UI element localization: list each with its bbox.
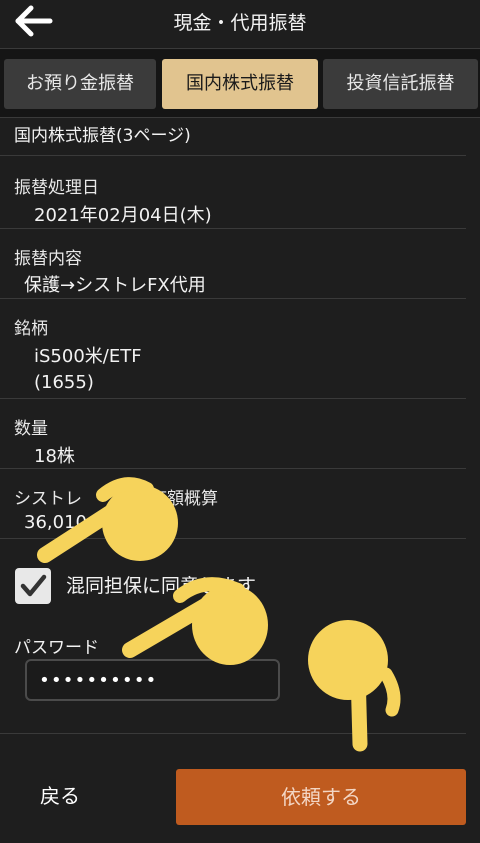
stock-label: 銘柄 [14,319,48,339]
agreement-checkbox[interactable] [15,568,51,604]
divider [0,398,466,399]
divider [0,298,466,299]
transfer-date-value: 2021年02月04日(木) [34,205,212,226]
tab-deposit-transfer[interactable]: お預り金振替 [4,59,156,109]
back-button[interactable]: 戻る [40,780,80,809]
transfer-content-label: 振替内容 [14,249,82,269]
tab-investment-trust-transfer[interactable]: 投資信託振替 [323,59,478,109]
valuation-value: 36,010 [24,512,87,533]
divider [0,538,466,539]
valuation-label: シストレ 評価額概算 [14,489,218,509]
password-field[interactable] [25,659,280,701]
agreement-label: 混同担保に同意します [66,575,257,597]
divider [0,155,466,156]
quantity-value: 18株 [34,446,75,467]
divider [0,468,466,469]
transfer-date-label: 振替処理日 [14,178,99,198]
checkmark-icon [20,574,47,597]
transfer-content-value: 保護→シストレFX代用 [24,275,206,296]
page-title: 現金・代用振替 [173,12,307,34]
submit-request-button[interactable]: 依頼する [176,769,466,825]
stock-code: (1655) [34,372,94,393]
section-title: 国内株式振替(3ページ) [14,126,191,146]
pointing-hand-icon [308,620,401,752]
app-header: 現金・代用振替 [0,0,480,44]
divider [0,228,466,229]
tab-bar: お預り金振替 国内株式振替 投資信託振替 [0,48,480,118]
divider [0,733,466,734]
stock-name: iS500米/ETF [34,346,142,367]
quantity-label: 数量 [14,419,48,439]
tab-domestic-stock-transfer[interactable]: 国内株式振替 [162,59,318,109]
password-label: パスワード [14,638,99,658]
